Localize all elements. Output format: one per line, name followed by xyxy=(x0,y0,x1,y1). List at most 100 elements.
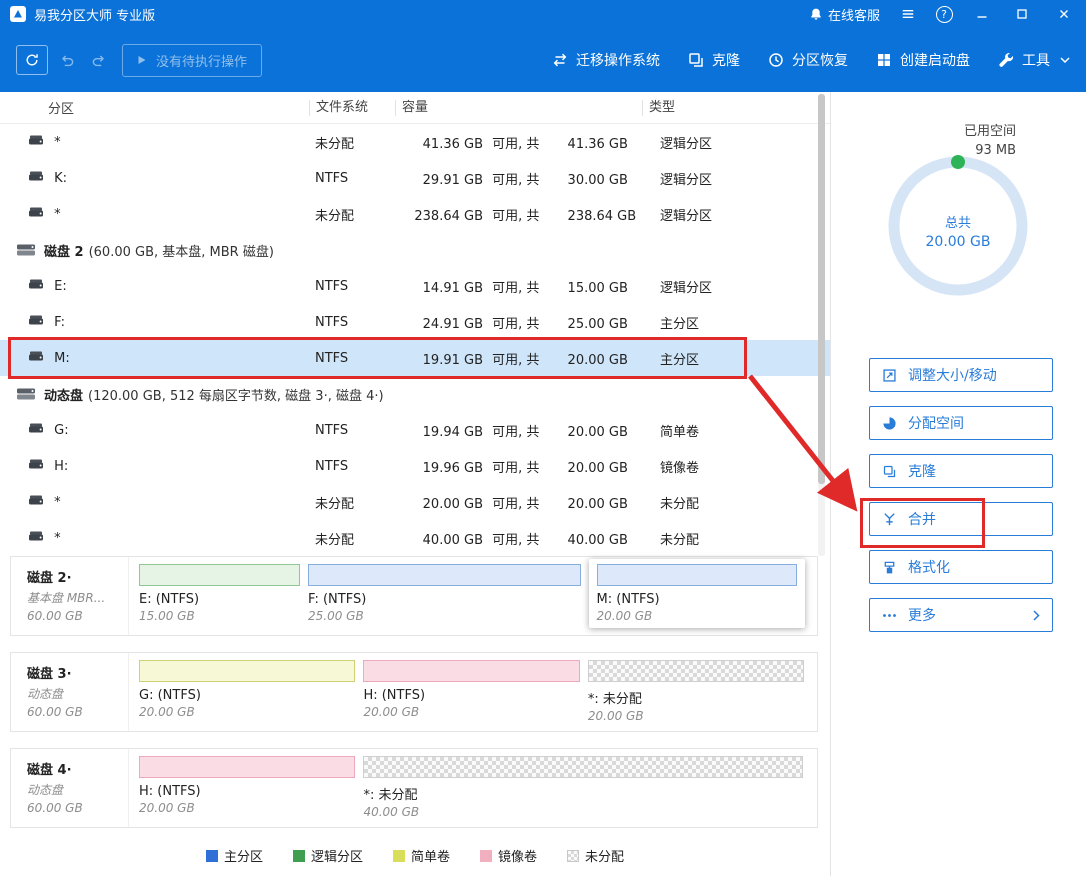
partition-segment[interactable]: M: (NTFS) 20.00 GB xyxy=(589,559,805,628)
bootable-disk-icon xyxy=(875,51,893,69)
partition-row[interactable]: F: NTFS 24.91 GB 可用, 共 25.00 GB 主分区 xyxy=(0,304,830,340)
drive-icon xyxy=(28,314,44,326)
partition-type: 逻辑分区 xyxy=(660,169,712,188)
drive-icon xyxy=(28,350,44,362)
redo-icon xyxy=(91,52,107,68)
segment-label: G: (NTFS) xyxy=(139,688,355,703)
segment-label: F: (NTFS) xyxy=(308,592,581,607)
legend-color-swatch xyxy=(393,850,405,862)
legend-label: 逻辑分区 xyxy=(311,846,363,865)
capacity-label: 可用, 共 xyxy=(492,209,539,224)
merge-button[interactable]: 合并 xyxy=(869,502,1053,536)
partition-segment[interactable]: G: (NTFS) 20.00 GB xyxy=(139,660,355,719)
partition-fs: 未分配 xyxy=(315,133,354,152)
capacity-available: 19.94 GB xyxy=(407,425,483,440)
partition-row[interactable]: * 未分配 41.36 GB 可用, 共 41.36 GB 逻辑分区 xyxy=(0,124,830,160)
migrate-os-button[interactable]: 迁移操作系统 xyxy=(551,50,660,70)
clone-button[interactable]: 克隆 xyxy=(687,50,740,70)
segment-size: 40.00 GB xyxy=(363,805,803,819)
partition-fs: NTFS xyxy=(315,459,348,474)
close-icon xyxy=(1058,8,1070,20)
resize-move-button[interactable]: 调整大小/移动 xyxy=(869,358,1053,392)
column-header-type: 类型 xyxy=(642,100,830,116)
help-button[interactable]: ? xyxy=(926,0,962,28)
partition-bar xyxy=(588,660,804,682)
partition-segment[interactable]: *: 未分配 40.00 GB xyxy=(363,756,803,819)
disk-segments: G: (NTFS) 20.00 GB H: (NTFS) 20.00 GB *:… xyxy=(129,653,817,731)
segment-size: 20.00 GB xyxy=(363,705,579,719)
segment-size: 25.00 GB xyxy=(308,609,581,623)
partition-recovery-button[interactable]: 分区恢复 xyxy=(767,50,848,70)
disk-info: 磁盘 2· 基本盘 MBR... 60.00 GB xyxy=(11,557,129,635)
maximize-button[interactable] xyxy=(1002,0,1042,28)
detail-sidebar: 已用空间 93 MB 总共 20.00 GB 调整大小/移动 分配空间 克隆 合… xyxy=(830,92,1086,876)
disk-size: 60.00 GB xyxy=(27,801,128,815)
legend-color-swatch xyxy=(293,850,305,862)
undo-button[interactable] xyxy=(54,45,80,75)
capacity-available: 40.00 GB xyxy=(407,533,483,548)
legend-label: 简单卷 xyxy=(411,846,450,865)
capacity-available: 24.91 GB xyxy=(407,317,483,332)
partition-type: 逻辑分区 xyxy=(660,277,712,296)
segment-label: M: (NTFS) xyxy=(597,592,797,607)
partition-segment[interactable]: E: (NTFS) 15.00 GB xyxy=(139,564,300,623)
help-icon: ? xyxy=(936,6,953,23)
legend-label: 镜像卷 xyxy=(498,846,537,865)
segment-label: H: (NTFS) xyxy=(363,688,579,703)
partition-type: 简单卷 xyxy=(660,421,699,440)
partition-fs: 未分配 xyxy=(315,529,354,548)
partition-row[interactable]: H: NTFS 19.96 GB 可用, 共 20.00 GB 镜像卷 xyxy=(0,448,830,484)
table-header: 分区 文件系统 容量 类型 xyxy=(0,92,830,124)
more-button[interactable]: 更多 xyxy=(869,598,1053,632)
partition-row[interactable]: * 未分配 238.64 GB 可用, 共 238.64 GB 逻辑分区 xyxy=(0,196,830,232)
scrollbar-thumb[interactable] xyxy=(818,94,825,484)
allocate-space-icon xyxy=(882,416,897,431)
allocate-space-button[interactable]: 分配空间 xyxy=(869,406,1053,440)
disk-group-row[interactable]: 动态盘 (120.00 GB, 512 每扇区字节数, 磁盘 3·, 磁盘 4·… xyxy=(0,376,830,412)
drive-icon xyxy=(28,422,44,434)
menu-button[interactable] xyxy=(890,0,926,28)
table-scrollbar[interactable] xyxy=(818,94,825,556)
toolbar-action-label: 创建启动盘 xyxy=(900,50,970,70)
used-space-dot xyxy=(951,155,965,169)
disk-size: 60.00 GB xyxy=(27,609,128,623)
disk-kind: 基本盘 MBR... xyxy=(27,589,128,606)
disk-group-row[interactable]: 磁盘 2 (60.00 GB, 基本盘, MBR 磁盘) xyxy=(0,232,830,268)
segment-label: *: 未分配 xyxy=(588,688,804,707)
segment-label: E: (NTFS) xyxy=(139,592,300,607)
side-button-label: 克隆 xyxy=(908,461,936,481)
minimize-button[interactable] xyxy=(962,0,1002,28)
side-button-label: 格式化 xyxy=(908,557,950,577)
partition-segment[interactable]: H: (NTFS) 20.00 GB xyxy=(363,660,579,719)
create-bootable-disk-button[interactable]: 创建启动盘 xyxy=(875,50,970,70)
close-button[interactable] xyxy=(1042,0,1086,28)
partition-row[interactable]: * 未分配 20.00 GB 可用, 共 20.00 GB 未分配 xyxy=(0,484,830,520)
partition-segment[interactable]: F: (NTFS) 25.00 GB xyxy=(308,564,581,623)
partition-segment[interactable]: H: (NTFS) 20.00 GB xyxy=(139,756,355,815)
partition-type: 镜像卷 xyxy=(660,457,699,476)
capacity-available: 238.64 GB xyxy=(407,209,483,224)
app-logo-icon xyxy=(10,6,26,22)
partition-row[interactable]: M: NTFS 19.91 GB 可用, 共 20.00 GB 主分区 xyxy=(0,340,830,376)
format-button[interactable]: 格式化 xyxy=(869,550,1053,584)
redo-button[interactable] xyxy=(86,45,112,75)
refresh-button[interactable] xyxy=(16,45,48,75)
disk-icon xyxy=(16,387,36,401)
partition-name: F: xyxy=(54,315,65,330)
disk-map-card: 磁盘 4· 动态盘 60.00 GB H: (NTFS) 20.00 GB *:… xyxy=(10,748,818,828)
tools-button[interactable]: 工具 xyxy=(997,50,1070,70)
partition-row[interactable]: * 未分配 40.00 GB 可用, 共 40.00 GB 未分配 xyxy=(0,520,830,556)
partition-segment[interactable]: *: 未分配 20.00 GB xyxy=(588,660,804,723)
disk-info: 磁盘 3· 动态盘 60.00 GB xyxy=(11,653,129,731)
partition-row[interactable]: G: NTFS 19.94 GB 可用, 共 20.00 GB 简单卷 xyxy=(0,412,830,448)
partition-type: 主分区 xyxy=(660,313,699,332)
donut-center-label: 总共 20.00 GB xyxy=(876,212,1040,250)
column-header-partition: 分区 xyxy=(0,98,315,117)
partition-bar xyxy=(597,564,797,586)
partition-row[interactable]: E: NTFS 14.91 GB 可用, 共 15.00 GB 逻辑分区 xyxy=(0,268,830,304)
partition-fs: 未分配 xyxy=(315,493,354,512)
online-service-button[interactable]: 在线客服 xyxy=(809,5,880,24)
clone-partition-button[interactable]: 克隆 xyxy=(869,454,1053,488)
partition-row[interactable]: K: NTFS 29.91 GB 可用, 共 30.00 GB 逻辑分区 xyxy=(0,160,830,196)
pending-operations-button[interactable]: 没有待执行操作 xyxy=(122,44,262,77)
